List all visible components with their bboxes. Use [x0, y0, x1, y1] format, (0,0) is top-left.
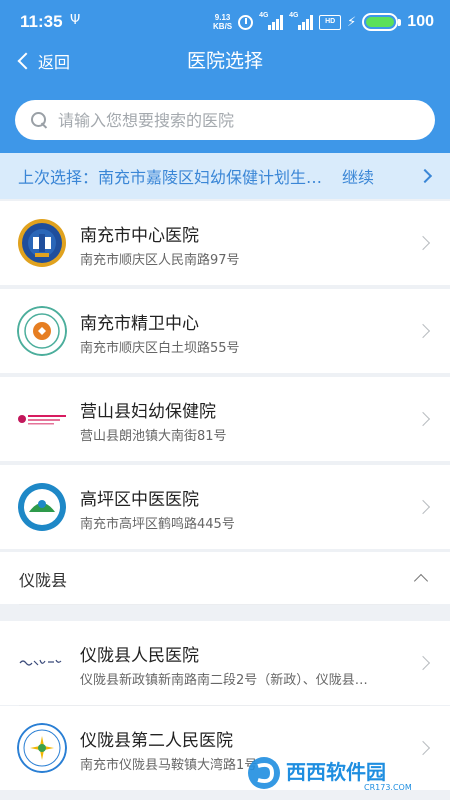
- signal-tag: 4G: [289, 11, 299, 19]
- chevron-right-icon: [415, 235, 431, 251]
- battery-percent: 100: [407, 13, 434, 30]
- last-selection-prefix: 上次选择：: [18, 168, 99, 187]
- mental-health-logo: [17, 306, 67, 356]
- status-icons: 9.13 KB/S 4G 4G HD ⚡ 100: [213, 10, 434, 34]
- hospital-address: 营山县朗池镇大南街81号: [80, 429, 227, 444]
- back-label: 返回: [38, 53, 71, 72]
- chevron-up-icon: [413, 573, 429, 589]
- chevron-right-icon: [415, 499, 431, 515]
- hospital-address: 南充市仪陇县马鞍镇大湾路1号: [80, 758, 258, 773]
- last-selection-bar[interactable]: 上次选择： 南充市嘉陵区妇幼保健计划生育… 继续: [0, 153, 450, 199]
- search-icon: [31, 111, 48, 129]
- hospital-name: 南充市精卫中心: [80, 314, 199, 334]
- alarm-clock-icon: [238, 14, 254, 30]
- last-selection-hospital: 南充市嘉陵区妇幼保健计划生育…: [98, 168, 337, 187]
- search-box[interactable]: [15, 100, 435, 140]
- hospital-address: 南充市顺庆区白土坝路55号: [80, 341, 240, 356]
- hospital-item[interactable]: 南充市精卫中心 南充市顺庆区白土坝路55号: [0, 289, 450, 373]
- usb-icon: Ψ: [70, 13, 81, 28]
- signal-icon: 4G: [259, 11, 284, 30]
- signal-tag: 4G: [259, 11, 269, 19]
- second-hospital-logo: [17, 723, 67, 773]
- watermark-brand: 西西软件园: [286, 760, 386, 784]
- tcm-hospital-logo: [18, 483, 66, 531]
- search-input[interactable]: [58, 110, 418, 130]
- signal-icon: 4G: [289, 11, 314, 30]
- continue-button[interactable]: 继续: [342, 164, 374, 188]
- hospital-item[interactable]: 仪陇县人民医院 仪陇县新政镇新南路南二段2号（新政）、仪陇县…: [0, 621, 450, 705]
- divider: [19, 604, 430, 605]
- site-watermark-logo: 西西软件园 CR173.COM: [248, 757, 412, 792]
- net-speed-unit: KB/S: [213, 22, 233, 31]
- hospital-item[interactable]: 营山县妇幼保健院 营山县朗池镇大南街81号: [0, 377, 450, 461]
- net-speed: 9.13 KB/S: [213, 13, 232, 31]
- hospital-address: 南充市顺庆区人民南路97号: [80, 253, 240, 268]
- battery-tip: [398, 18, 402, 26]
- maternal-child-logo: [18, 415, 66, 425]
- status-time: 11:35: [20, 12, 63, 31]
- chevron-right-icon: [415, 655, 431, 671]
- hospital-name: 仪陇县人民医院: [80, 646, 199, 666]
- app-header: 11:35 Ψ 9.13 KB/S 4G 4G HD ⚡ 100 医院选择 返回…: [0, 0, 450, 153]
- chevron-left-icon: [17, 52, 35, 70]
- status-bar: 11:35 Ψ 9.13 KB/S 4G 4G HD ⚡ 100: [0, 0, 450, 44]
- hospital-address: 南充市高坪区鹤鸣路445号: [80, 517, 235, 532]
- chevron-right-icon: [417, 168, 433, 184]
- hospital-item[interactable]: 南充市中心医院 南充市顺庆区人民南路97号: [0, 201, 450, 285]
- watermark-url: CR173.COM: [364, 783, 412, 792]
- hospital-name: 仪陇县第二人民医院: [80, 731, 233, 751]
- hospital-name: 营山县妇幼保健院: [80, 402, 216, 422]
- battery-icon: [362, 13, 399, 31]
- hospital-name: 高坪区中医医院: [80, 490, 199, 510]
- charging-icon: ⚡: [347, 14, 357, 30]
- hospital-item[interactable]: 高坪区中医医院 南充市高坪区鹤鸣路445号: [0, 465, 450, 549]
- section-title: 仪陇县: [19, 571, 68, 590]
- back-button[interactable]: 返回: [16, 46, 70, 76]
- net-speed-value: 9.13: [214, 13, 231, 22]
- hospital-seal-logo: [18, 219, 66, 267]
- calligraphy-logo: [19, 659, 65, 667]
- section-header-yilong[interactable]: 仪陇县: [0, 552, 450, 604]
- hd-icon: HD: [319, 14, 342, 30]
- hospital-name: 南充市中心医院: [80, 226, 199, 246]
- chevron-right-icon: [415, 323, 431, 339]
- chevron-right-icon: [415, 411, 431, 427]
- hospital-address: 仪陇县新政镇新南路南二段2号（新政）、仪陇县…: [80, 673, 368, 688]
